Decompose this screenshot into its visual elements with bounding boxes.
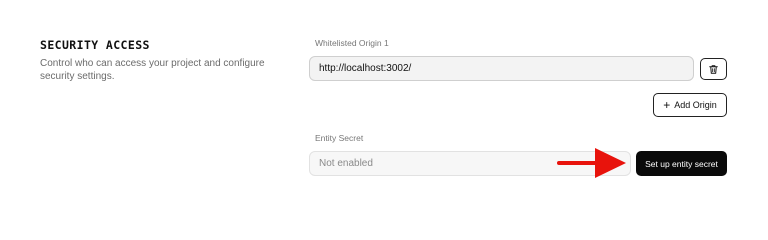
whitelisted-origin-label: Whitelisted Origin 1: [315, 38, 389, 48]
section-description: Control who can access your project and …: [40, 58, 265, 82]
setup-entity-secret-button[interactable]: Set up entity secret: [636, 151, 727, 176]
add-origin-label: Add Origin: [674, 100, 717, 110]
delete-origin-button[interactable]: [700, 58, 727, 80]
entity-secret-label: Entity Secret: [315, 133, 364, 143]
entity-secret-status-value: Not enabled: [319, 158, 373, 169]
plus-icon: +: [663, 98, 671, 112]
whitelisted-origin-input[interactable]: [309, 56, 694, 81]
trash-icon: [709, 64, 718, 74]
arrow-right-icon: [557, 148, 626, 178]
section-title: SECURITY ACCESS: [40, 38, 150, 52]
add-origin-button[interactable]: + Add Origin: [653, 93, 727, 117]
